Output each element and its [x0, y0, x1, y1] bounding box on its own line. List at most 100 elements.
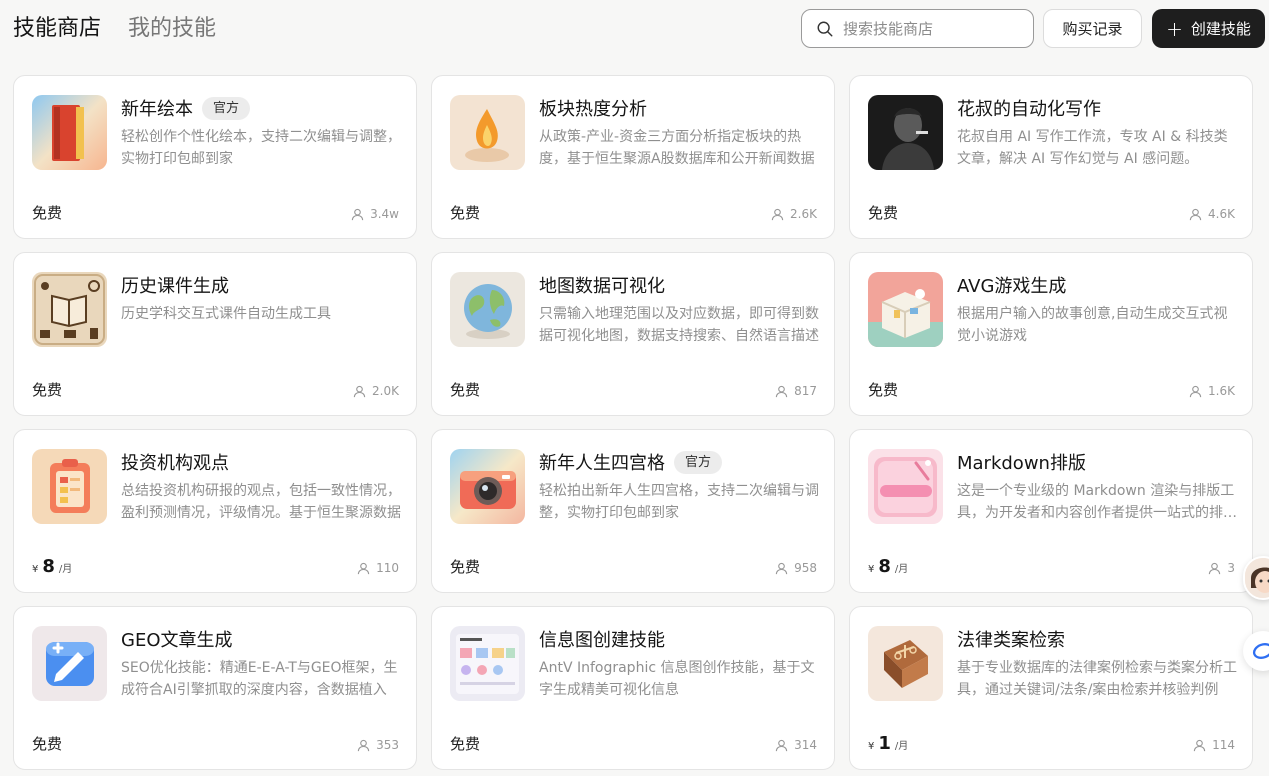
user-count: 1.6K [1189, 384, 1235, 398]
card-description: 从政策-产业-资金三方面分析指定板块的热度，基于恒生聚源A股数据库和公开新闻数据 [539, 129, 815, 167]
user-icon [1209, 562, 1221, 574]
user-count-value: 817 [794, 384, 817, 398]
user-icon [351, 208, 364, 220]
create-skill-label: 创建技能 [1190, 20, 1251, 38]
user-icon [357, 562, 370, 574]
card-title-row: 法律类案检索 [957, 626, 1065, 652]
card-title-row: 地图数据可视化 [539, 272, 665, 298]
user-icon [1189, 208, 1202, 220]
user-count: 958 [775, 561, 817, 575]
price-amount: 1 [878, 733, 891, 754]
skill-card[interactable]: 板块热度分析 从政策-产业-资金三方面分析指定板块的热度，基于恒生聚源A股数据库… [431, 75, 835, 239]
card-title: 花叔的自动化写作 [957, 99, 1101, 120]
user-count: 3.4w [351, 207, 399, 221]
skill-card[interactable]: 法律类案检索 基于专业数据库的法律案例检索与类案分析工具，通过关键词/法条/案由… [849, 606, 1253, 770]
card-title: 新年绘本 [121, 99, 193, 120]
user-count-value: 314 [794, 738, 817, 752]
flame-icon [450, 95, 525, 170]
edit-card-icon [32, 626, 107, 701]
official-badge: 官方 [674, 450, 723, 474]
user-count-value: 353 [376, 738, 399, 752]
card-title: GEO文章生成 [121, 630, 233, 651]
card-description: 轻松创作个性化绘本，支持二次编辑与调整，实物打印包邮到家 [121, 129, 401, 167]
skill-card[interactable]: 信息图创建技能 AntV Infographic 信息图创作技能，基于文字生成精… [431, 606, 835, 770]
user-icon [775, 385, 788, 397]
price-amount: 8 [42, 556, 55, 577]
user-count-value: 114 [1212, 738, 1235, 752]
card-description: SEO优化技能：精通E-E-A-T与GEO框架，生成符合AI引擎抓取的深度内容，… [121, 660, 398, 698]
skill-card[interactable]: GEO文章生成 SEO优化技能：精通E-E-A-T与GEO框架，生成符合AI引擎… [13, 606, 417, 770]
markdown-icon [868, 449, 943, 524]
user-count: 110 [357, 561, 399, 575]
card-price: 免费 [32, 379, 62, 400]
skill-card[interactable]: AVG游戏生成 根据用户输入的故事创意,自动生成交互式视觉小说游戏 免费 1.6… [849, 252, 1253, 416]
price-free: 免费 [450, 735, 481, 753]
user-count: 114 [1193, 738, 1235, 752]
card-title-row: GEO文章生成 [121, 626, 233, 652]
card-price: ¥ 8 /月 [868, 556, 908, 577]
price-free: 免费 [32, 204, 63, 222]
user-icon [353, 385, 366, 397]
search-icon [817, 21, 833, 36]
card-title: 信息图创建技能 [539, 630, 665, 651]
card-title: 历史课件生成 [121, 276, 229, 297]
card-price: 免费 [450, 556, 480, 577]
price-amount: 8 [878, 556, 891, 577]
card-title: Markdown排版 [957, 453, 1086, 474]
price-free: 免费 [868, 381, 899, 399]
top-bar: 技能商店 我的技能 购买记录 + 创建技能 [0, 0, 1269, 64]
card-description: 这是一个专业级的 Markdown 渲染与排版工具，为开发者和内容创作者提供一站… [957, 483, 1237, 521]
skill-card[interactable]: 地图数据可视化 只需输入地理范围以及对应数据，即可得到数据可视化地图，数据支持搜… [431, 252, 835, 416]
card-price: 免费 [450, 202, 480, 223]
card-title-row: 投资机构观点 [121, 449, 229, 475]
portrait-icon [868, 95, 943, 170]
user-count: 314 [775, 738, 817, 752]
card-title: 新年人生四宫格 [539, 453, 665, 474]
user-count-value: 1.6K [1208, 384, 1235, 398]
price-free: 免费 [450, 204, 481, 222]
tab-skill-store[interactable]: 技能商店 [13, 14, 101, 44]
globe-icon [450, 272, 525, 347]
price-unit: /月 [58, 564, 73, 575]
price-currency: ¥ [32, 564, 39, 575]
card-description: 花叔自用 AI 写作工作流，专攻 AI & 科技类文章，解决 AI 写作幻觉与 … [957, 129, 1228, 167]
picture-book-icon [32, 95, 107, 170]
purchase-history-button[interactable]: 购买记录 [1043, 9, 1142, 48]
card-price: 免费 [450, 733, 480, 754]
user-count-value: 958 [794, 561, 817, 575]
price-currency: ¥ [868, 564, 875, 575]
user-icon [775, 562, 788, 574]
skill-card[interactable]: 历史课件生成 历史学科交互式课件自动生成工具 免费 2.0K [13, 252, 417, 416]
user-count: 4.6K [1189, 207, 1235, 221]
search-box[interactable] [801, 9, 1034, 48]
skill-card[interactable]: 新年绘本 官方 轻松创作个性化绘本，支持二次编辑与调整，实物打印包邮到家 免费 … [13, 75, 417, 239]
create-skill-button[interactable]: + 创建技能 [1152, 9, 1265, 48]
card-price: 免费 [868, 379, 898, 400]
skill-card[interactable]: Markdown排版 这是一个专业级的 Markdown 渲染与排版工具，为开发… [849, 429, 1253, 593]
search-input[interactable] [843, 19, 1023, 38]
clipboard-icon [32, 449, 107, 524]
price-unit: /月 [894, 741, 909, 752]
card-price: 免费 [450, 379, 480, 400]
card-title-row: 新年绘本 官方 [121, 95, 251, 121]
user-count-value: 4.6K [1208, 207, 1235, 221]
user-icon [1193, 739, 1206, 751]
skill-card[interactable]: 花叔的自动化写作 花叔自用 AI 写作工作流，专攻 AI & 科技类文章，解决 … [849, 75, 1253, 239]
card-title-row: 板块热度分析 [539, 95, 647, 121]
user-count: 2.6K [771, 207, 817, 221]
user-count-value: 3 [1227, 561, 1235, 575]
user-count: 3 [1208, 561, 1235, 575]
tab-my-skills[interactable]: 我的技能 [128, 14, 216, 44]
card-description: 只需输入地理范围以及对应数据，即可得到数据可视化地图，数据支持搜索、自然语言描述 [539, 306, 819, 344]
law-book-icon [868, 626, 943, 701]
price-free: 免费 [450, 381, 481, 399]
skill-card[interactable]: 投资机构观点 总结投资机构研报的观点，包括一致性情况，盈利预测情况，评级情况。基… [13, 429, 417, 593]
user-count-value: 2.6K [790, 207, 817, 221]
plus-icon: + [1166, 16, 1183, 41]
history-book-icon [32, 272, 107, 347]
card-description: 总结投资机构研报的观点，包括一致性情况，盈利预测情况，评级情况。基于恒生聚源数据 [121, 483, 401, 521]
skill-card[interactable]: 新年人生四宫格 官方 轻松拍出新年人生四宫格，支持二次编辑与调整，实物打印包邮到… [431, 429, 835, 593]
official-badge: 官方 [202, 96, 251, 120]
infographic-icon [450, 626, 525, 701]
card-title-row: AVG游戏生成 [957, 272, 1066, 298]
